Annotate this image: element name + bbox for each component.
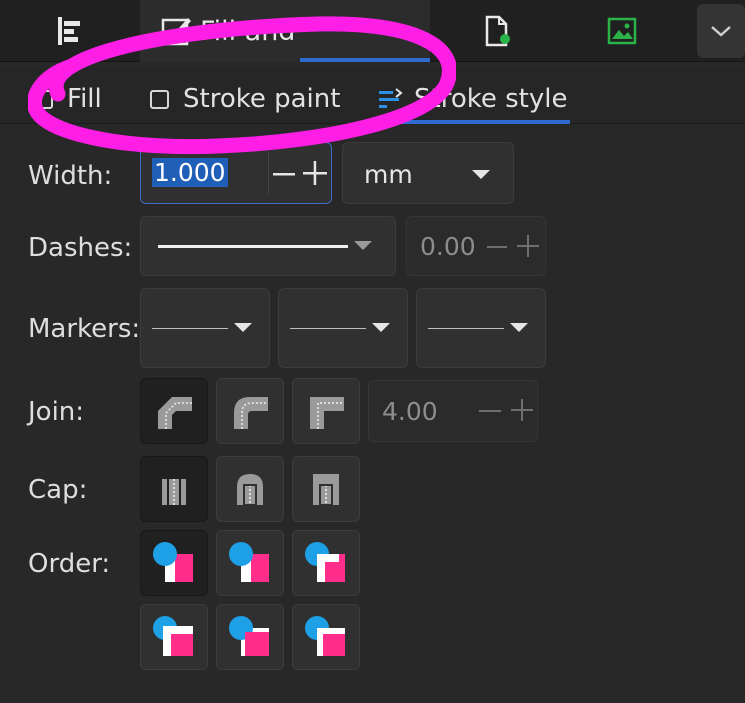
chevron-down-icon <box>711 26 731 37</box>
cap-label: Cap: <box>28 475 88 505</box>
align-icon <box>58 17 80 45</box>
paint-order-fill-stroke-markers-icon <box>153 542 193 582</box>
miter-limit-increment-icon[interactable] <box>510 398 534 422</box>
dock-tab-export[interactable] <box>432 0 562 62</box>
paint-order-stroke-fill-markers-icon <box>229 542 269 582</box>
fill-stroke-icon <box>161 18 191 46</box>
butt-cap-icon <box>162 479 186 505</box>
bevel-join-icon <box>158 397 192 429</box>
width-input[interactable]: 1.000 <box>152 156 228 190</box>
miter-limit-value: 4.00 <box>382 397 438 426</box>
order-markers-fill-stroke-button[interactable] <box>140 604 208 670</box>
dash-offset-decrement-icon[interactable] <box>486 236 508 258</box>
fill-tab-icon <box>34 89 53 109</box>
tab-stroke-paint[interactable]: Stroke paint <box>150 74 340 124</box>
dash-offset-increment-icon[interactable] <box>516 234 540 258</box>
order-normal-button[interactable] <box>140 530 208 596</box>
chevron-down-icon <box>372 323 390 332</box>
markers-label: Markers: <box>28 314 141 344</box>
square-cap-icon <box>313 474 339 506</box>
dock-tab-label: Fill and <box>200 15 296 47</box>
join-bevel-button[interactable] <box>140 378 208 444</box>
round-cap-icon <box>237 474 263 506</box>
chevron-down-icon <box>354 241 372 250</box>
cap-square-button[interactable] <box>292 456 360 522</box>
join-round-button[interactable] <box>216 378 284 444</box>
paint-order-markers-stroke-fill-icon <box>305 616 345 656</box>
stroke-style-tab-icon <box>379 88 403 108</box>
tab-stroke-style[interactable]: Stroke style <box>376 74 567 124</box>
stroke-paint-tab-icon <box>150 89 169 109</box>
end-marker-preview <box>428 328 504 329</box>
tab-fill-label: Fill <box>67 84 102 114</box>
dash-offset-value: 0.00 <box>420 232 476 261</box>
dash-pattern-preview <box>158 245 348 248</box>
chevron-down-icon <box>510 323 528 332</box>
order-stroke-markers-fill-button[interactable] <box>216 604 284 670</box>
tab-fill[interactable]: Fill <box>34 74 102 124</box>
export-icon <box>485 15 510 47</box>
mid-marker-preview <box>290 328 366 329</box>
tab-stroke-style-indicator <box>368 120 570 124</box>
order-label: Order: <box>28 549 111 579</box>
paint-order-fill-markers-stroke-icon <box>305 542 345 582</box>
width-spin-divider <box>268 152 269 194</box>
miter-join-icon <box>310 397 344 429</box>
paint-order-markers-fill-stroke-icon <box>153 616 193 656</box>
chevron-down-icon <box>234 323 252 332</box>
width-increment-icon[interactable] <box>302 160 328 186</box>
start-marker-preview <box>152 328 228 329</box>
dock-tab-align[interactable] <box>0 0 138 62</box>
tab-stroke-style-label: Stroke style <box>414 84 568 114</box>
order-markers-stroke-fill-button[interactable] <box>292 604 360 670</box>
order-stroke-fill-markers-button[interactable] <box>216 530 284 596</box>
width-unit-value: mm <box>364 160 413 189</box>
paint-order-stroke-markers-fill-icon <box>229 616 269 656</box>
tab-stroke-paint-label: Stroke paint <box>183 84 341 114</box>
chevron-down-icon <box>472 170 490 179</box>
dock-tab-image[interactable] <box>562 0 682 62</box>
miter-limit-decrement-icon[interactable] <box>478 400 502 422</box>
width-value: 1.000 <box>152 158 228 187</box>
round-join-icon <box>234 397 268 429</box>
join-label: Join: <box>28 397 85 427</box>
subtab-bar <box>0 66 745 124</box>
cap-round-button[interactable] <box>216 456 284 522</box>
width-decrement-icon[interactable] <box>272 162 296 186</box>
cap-butt-button[interactable] <box>140 456 208 522</box>
dock-tab-active-indicator <box>300 58 430 62</box>
image-icon <box>607 17 637 45</box>
join-miter-button[interactable] <box>292 378 360 444</box>
width-label: Width: <box>28 161 113 191</box>
dock-tab-fill-stroke[interactable]: Fill and <box>140 0 430 62</box>
order-fill-markers-stroke-button[interactable] <box>292 530 360 596</box>
dashes-label: Dashes: <box>28 233 133 263</box>
dock-menu-button[interactable] <box>697 4 745 58</box>
